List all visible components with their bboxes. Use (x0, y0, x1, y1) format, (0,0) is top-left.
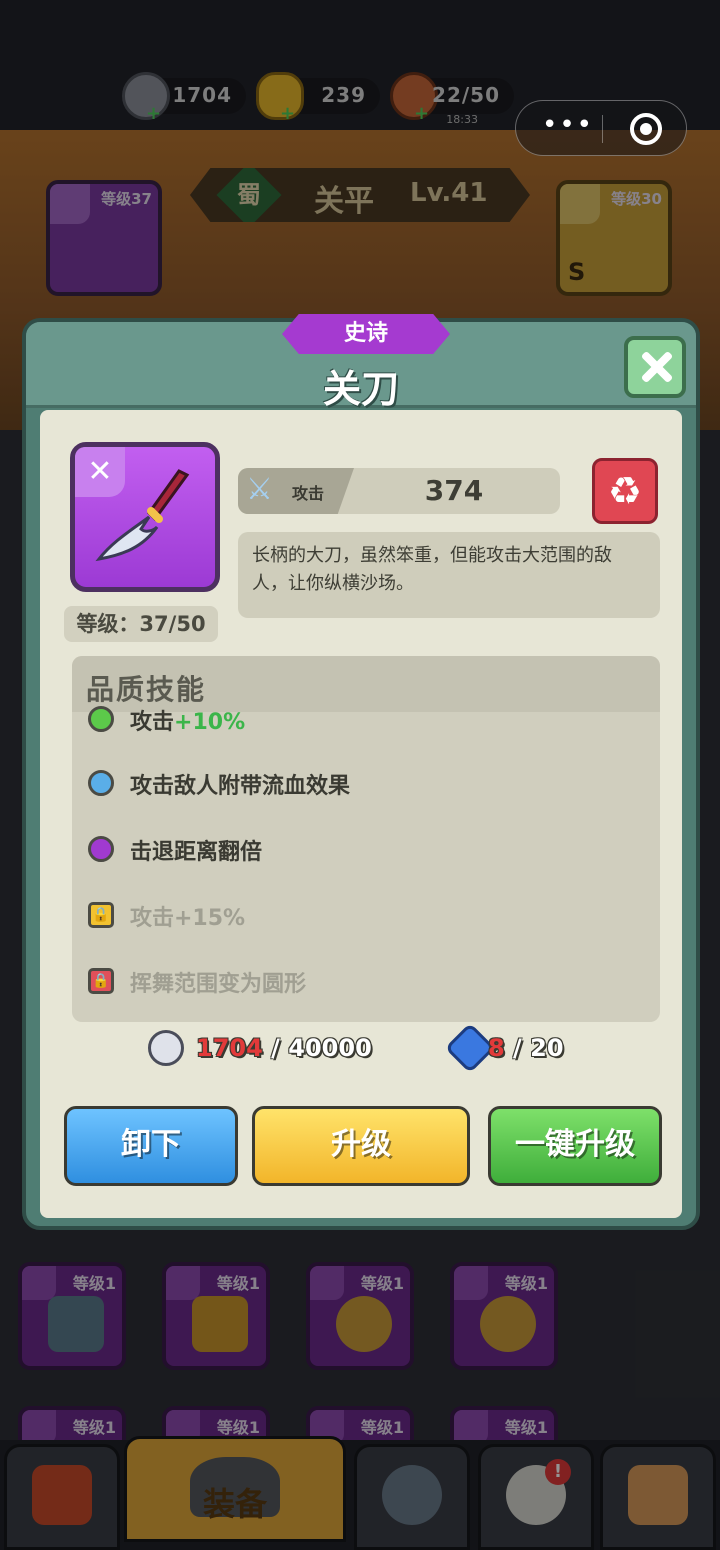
miniprogram-capsule: ••• (515, 100, 687, 156)
quality-skills-panel[interactable]: 品质技能 攻击+10% 攻击敌人附带流血效果 击退距离翻倍 🔒 攻击+15% 🔒… (72, 656, 660, 1022)
green-dot-icon (88, 706, 114, 732)
coin-cost: 1704 / 40000 (196, 1034, 372, 1062)
guandao-blade-icon (95, 469, 190, 562)
attack-stat: ⚔ 攻击 374 (238, 468, 560, 514)
blue-dot-icon (88, 770, 114, 796)
sword-icon: ⚔ (246, 472, 273, 507)
item-icon: ✕ (70, 442, 220, 592)
capsule-divider (602, 115, 603, 143)
unequip-button[interactable]: 卸下 (64, 1106, 238, 1186)
item-title: 关刀 (322, 367, 399, 411)
one-click-upgrade-button[interactable]: 一键升级 (488, 1106, 662, 1186)
upgrade-button[interactable]: 升级 (252, 1106, 470, 1186)
purple-dot-icon (88, 836, 114, 862)
recycle-button[interactable]: ♻ (592, 458, 658, 524)
close-miniprogram-icon[interactable] (630, 113, 662, 145)
rarity-badge: 史诗 (282, 314, 450, 354)
lock-icon: 🔒 (88, 968, 114, 994)
dialog-body: ✕ 等级：37/50 ⚔ 攻击 374 ♻ 长柄的大刀，虽然笨重，但能攻击大范围… (40, 410, 682, 1218)
close-button[interactable] (624, 336, 686, 398)
stone-cost: 8 / 20 (488, 1034, 564, 1062)
more-icon[interactable]: ••• (542, 112, 594, 138)
item-level: 等级：37/50 (64, 606, 218, 642)
item-description: 长柄的大刀，虽然笨重，但能攻击大范围的敌人，让你纵横沙场。 (238, 532, 660, 618)
lock-icon: 🔒 (88, 902, 114, 928)
attack-value: 374 (424, 474, 484, 507)
silver-coin-icon (148, 1030, 184, 1066)
item-detail-dialog: 史诗 关刀 ✕ 等级：37/50 ⚔ 攻击 374 ♻ 长柄的大刀，虽然笨重，但… (22, 314, 700, 1230)
skills-title: 品质技能 (86, 673, 207, 706)
